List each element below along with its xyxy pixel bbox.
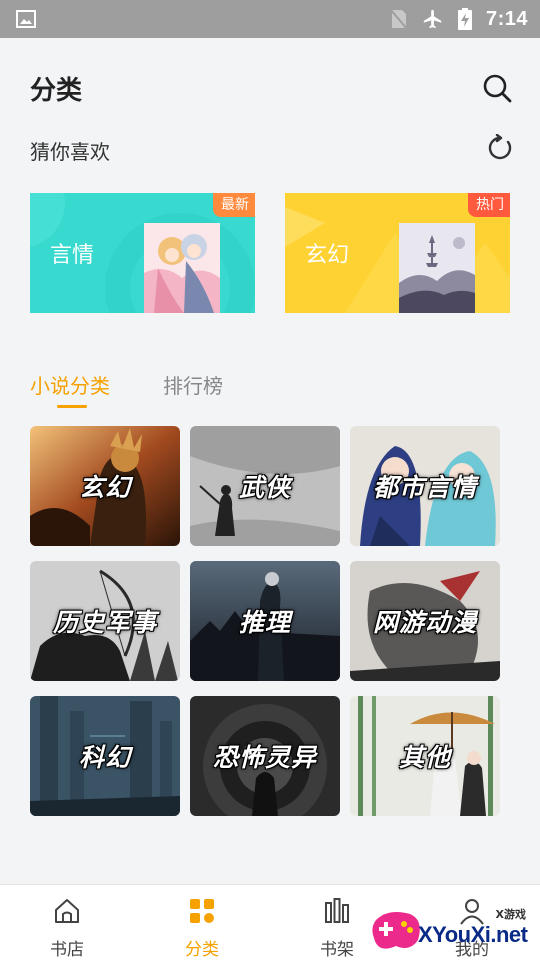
recommend-card-label: 言情 [50,243,95,268]
airplane-mode-icon [423,9,442,29]
recommend-section-header: 猜你喜欢 [30,134,514,164]
watermark: X游戏 XYouXi.net [370,890,540,960]
tab-indicator [57,405,87,408]
nav-label: 书店 [50,940,84,960]
home-icon [55,899,79,923]
recommend-card-label: 玄幻 [305,243,350,268]
category-tile-fantasy[interactable]: 玄幻 [30,426,180,546]
nav-bookstore[interactable]: 书店 [22,885,112,960]
category-label: 其他 [398,743,451,772]
tab-novel-categories[interactable]: 小说分类 [30,370,110,399]
status-time: 7:14 [485,7,528,30]
category-label: 恐怖灵异 [212,743,317,772]
category-icon [190,899,214,923]
recommend-card-romance[interactable]: 言情 最新 [30,193,255,313]
category-tile-urban-romance[interactable]: 都市言情 [350,426,500,546]
nav-label: 书架 [320,940,354,960]
new-badge: 最新 [213,193,255,217]
category-tile-gaming-anime[interactable]: 网游动漫 [350,561,500,681]
category-tabs: 小说分类 排行榜 [30,370,330,410]
nav-category[interactable]: 分类 [157,885,247,960]
category-label: 都市言情 [372,473,477,502]
battery-charging-icon [457,8,472,30]
category-tile-other[interactable]: 其他 [350,696,500,816]
category-tile-horror[interactable]: 恐怖灵异 [190,696,340,816]
category-tile-mystery[interactable]: 推理 [190,561,340,681]
category-tile-history-military[interactable]: 历史军事 [30,561,180,681]
hot-badge: 热门 [468,193,510,217]
search-icon[interactable] [481,72,513,104]
page-title: 分类 [30,76,83,106]
header: 分类 [0,38,540,134]
recommend-card-fantasy[interactable]: 玄幻 热门 [285,193,510,313]
watermark-small-text: X游戏 [495,908,526,921]
category-label: 武侠 [238,473,291,502]
recommend-title: 猜你喜欢 [30,140,110,164]
romance-cover-image [144,223,220,313]
fantasy-cover-image [399,223,475,313]
nav-label: 分类 [185,940,219,960]
category-label: 推理 [238,608,291,637]
category-label: 网游动漫 [372,608,477,637]
no-sim-icon [390,9,408,30]
image-notification-icon [16,10,36,28]
status-bar: 7:14 [0,0,540,38]
refresh-icon[interactable] [486,134,514,162]
bookshelf-icon [325,898,349,923]
nav-bookshelf[interactable]: 书架 [292,885,382,960]
category-tile-scifi[interactable]: 科幻 [30,696,180,816]
tab-rankings[interactable]: 排行榜 [163,370,223,399]
category-label: 历史军事 [52,608,157,637]
category-label: 科幻 [78,743,131,772]
category-label: 玄幻 [78,473,131,502]
category-tile-wuxia[interactable]: 武侠 [190,426,340,546]
watermark-text: XYouXi.net [418,922,528,947]
